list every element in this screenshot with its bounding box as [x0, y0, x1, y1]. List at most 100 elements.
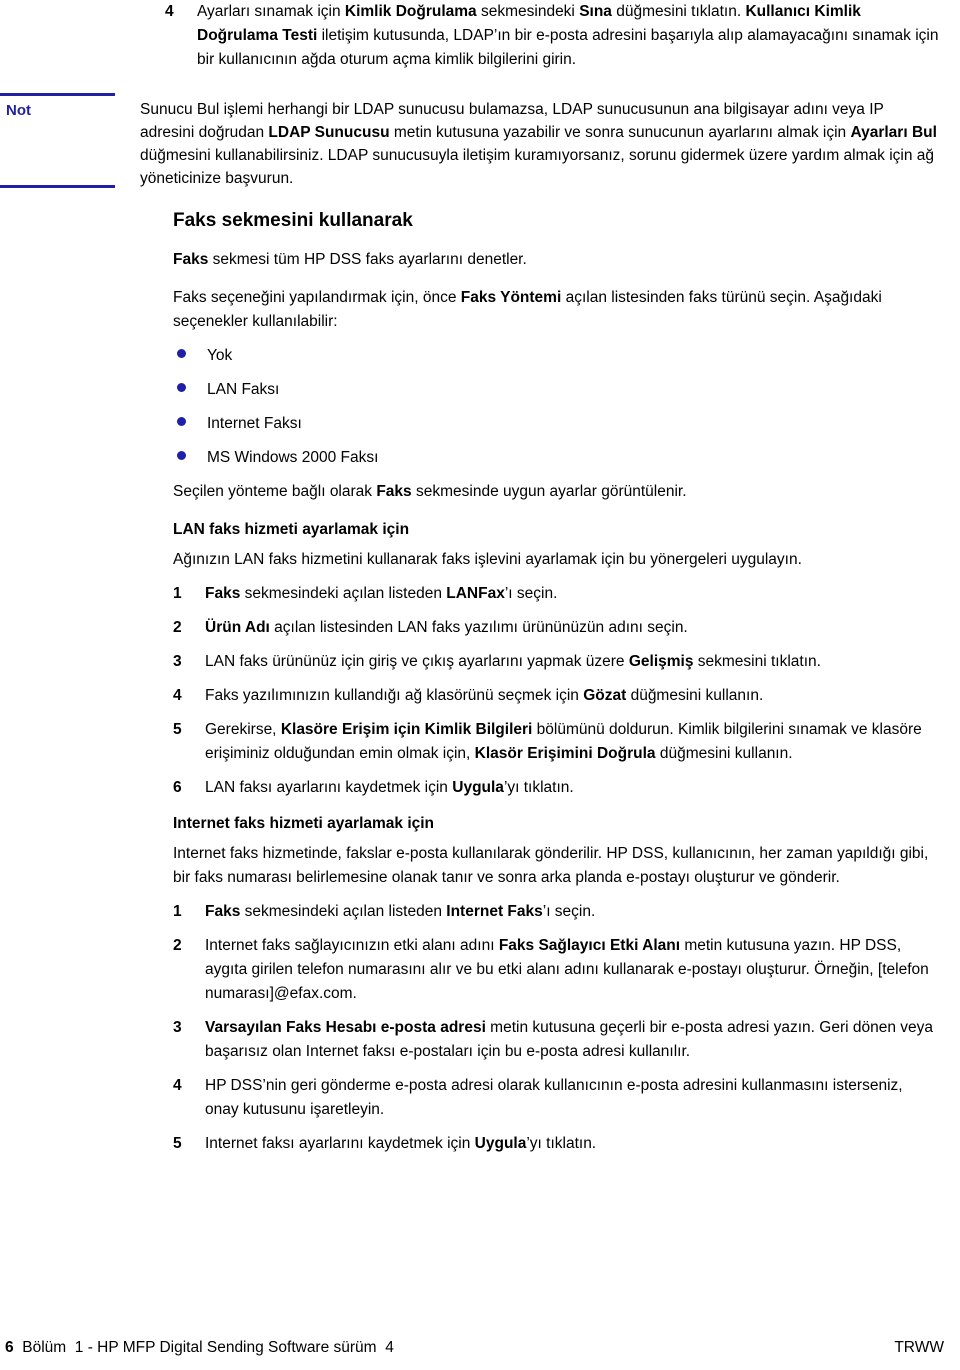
body-column: Faks sekmesini kullanarak Faks sekmesi t…: [173, 208, 940, 1166]
step-number: 3: [173, 653, 182, 670]
page-footer: 6 Bölüm 1 - HP MFP Digital Sending Softw…: [0, 1337, 960, 1363]
step-bold: Uygula: [474, 1135, 527, 1152]
note-rule-top: [0, 93, 115, 96]
step-text: Internet faksı ayarlarını kaydetmek için…: [205, 1132, 940, 1156]
step-part: ’ı seçin.: [542, 903, 596, 920]
section-heading-fax-tab: Faks sekmesini kullanarak: [173, 210, 413, 231]
step-number: 1: [173, 903, 182, 920]
list-item: MS Windows 2000 Faksı: [175, 446, 940, 470]
bullet-icon: [175, 412, 207, 436]
step-part: HP DSS’nin geri gönderme e-posta adresi …: [205, 1077, 903, 1118]
fax-intro-2-part: Faks seçeneğini yapılandırmak için, önce: [173, 289, 461, 306]
step-text-part: düğmesini tıklatın.: [611, 3, 746, 20]
numbered-step-top: 4 Ayarları sınamak için Kimlik Doğrulama…: [165, 0, 940, 72]
step-text: Varsayılan Faks Hesabı e-posta adresi me…: [205, 1016, 940, 1064]
list-item-label: Internet Faksı: [207, 415, 302, 432]
lan-fax-intro: Ağınızın LAN faks hizmetini kullanarak f…: [173, 551, 802, 568]
fax-intro-paragraph-2: Faks seçeneğini yapılandırmak için, önce…: [173, 286, 940, 334]
step-text: Ayarları sınamak için Kimlik Doğrulama s…: [197, 0, 940, 72]
step-bold: Klasöre Erişim için Kimlik Bilgileri: [280, 721, 533, 738]
fax-method-options-list: Yok LAN Faksı Internet Faksı MS Windows …: [175, 344, 940, 470]
fax-after-part: sekmesinde uygun ayarlar görüntülenir.: [411, 483, 687, 500]
step-bold: Ürün Adı: [205, 619, 270, 636]
step-text: HP DSS’nin geri gönderme e-posta adresi …: [205, 1074, 940, 1122]
fax-intro-2-bold: Faks Yöntemi: [460, 289, 562, 306]
list-item: 4 HP DSS’nin geri gönderme e-posta adres…: [173, 1074, 940, 1122]
note-text-part: metin kutusuna yazabilir ve sonra sunucu…: [389, 124, 851, 141]
step-number: 2: [173, 619, 182, 636]
footer-right-label: TRWW: [894, 1339, 944, 1356]
step-part: ’ı seçin.: [504, 585, 558, 602]
bullet-icon: [175, 446, 207, 470]
internet-fax-intro: Internet faks hizmetinde, fakslar e-post…: [173, 845, 929, 886]
note-text-part: düğmesini kullanabilirsiniz. LDAP sunucu…: [140, 147, 934, 187]
step-number: 2: [173, 937, 182, 954]
step-bold: Klasör Erişimini Doğrula: [474, 745, 656, 762]
step-number: 6: [173, 779, 182, 796]
list-item-label: LAN Faksı: [207, 381, 280, 398]
step-number: 3: [173, 1019, 182, 1036]
note-label: Not: [6, 102, 31, 119]
step-text-part: Ayarları sınamak için: [197, 3, 345, 20]
list-item: 2 Internet faks sağlayıcınızın etki alan…: [173, 934, 940, 1006]
step-bold: Faks: [205, 903, 241, 920]
note-rule-bottom: [0, 185, 115, 188]
footer-left: 6 Bölüm 1 - HP MFP Digital Sending Softw…: [5, 1337, 394, 1359]
step-part: ’yı tıklatın.: [503, 779, 574, 796]
step-number: 4: [165, 3, 174, 20]
step-part: Internet faks sağlayıcınızın etki alanı …: [205, 937, 499, 954]
step-text: LAN faks ürününüz için giriş ve çıkış ay…: [205, 650, 940, 674]
step-text: Internet faks sağlayıcınızın etki alanı …: [205, 934, 940, 1006]
list-item-label: MS Windows 2000 Faksı: [207, 449, 379, 466]
step-part: sekmesini tıklatın.: [693, 653, 821, 670]
fax-intro-paragraph-1: Faks sekmesi tüm HP DSS faks ayarlarını …: [173, 248, 940, 272]
list-item: 2 Ürün Adı açılan listesinden LAN faks y…: [173, 616, 940, 640]
list-item: 5 Internet faksı ayarlarını kaydetmek iç…: [173, 1132, 940, 1156]
step-part: sekmesindeki açılan listeden: [240, 903, 447, 920]
step-bold: Uygula: [452, 779, 504, 796]
step-part: Faks yazılımınızın kullandığı ağ klasörü…: [205, 687, 584, 704]
note-text-bold: Ayarları Bul: [850, 124, 937, 141]
fax-intro-1-bold: Faks: [173, 251, 209, 268]
document-page: 4 Ayarları sınamak için Kimlik Doğrulama…: [0, 0, 960, 1370]
list-item-label: Yok: [207, 347, 233, 364]
step-text-bold: Kimlik Doğrulama: [344, 3, 477, 20]
list-item: LAN Faksı: [175, 378, 940, 402]
list-item: 1 Faks sekmesindeki açılan listeden Inte…: [173, 900, 940, 924]
footer-page-number: 6: [5, 1339, 14, 1356]
step-bold: Varsayılan Faks Hesabı e-posta adresi: [205, 1019, 486, 1036]
list-item: 3 LAN faks ürününüz için giriş ve çıkış …: [173, 650, 940, 674]
list-item: 1 Faks sekmesindeki açılan listeden LANF…: [173, 582, 940, 606]
step-row: 4 Ayarları sınamak için Kimlik Doğrulama…: [165, 0, 940, 72]
step-number: 5: [173, 1135, 182, 1152]
note-text-bold: LDAP Sunucusu: [268, 124, 390, 141]
step-text: Ürün Adı açılan listesinden LAN faks yaz…: [205, 616, 940, 640]
step-part: LAN faks ürününüz için giriş ve çıkış ay…: [205, 653, 629, 670]
list-item: Yok: [175, 344, 940, 368]
step-text: Faks yazılımınızın kullandığı ağ klasörü…: [205, 684, 940, 708]
step-bold: Internet Faks: [446, 903, 543, 920]
step-text: Faks sekmesindeki açılan listeden Intern…: [205, 900, 940, 924]
step-part: açılan listesinden LAN faks yazılımı ürü…: [269, 619, 688, 636]
step-number: 4: [173, 687, 182, 704]
step-part: ’yı tıklatın.: [526, 1135, 597, 1152]
note-text: Sunucu Bul işlemi herhangi bir LDAP sunu…: [140, 98, 940, 190]
step-number: 4: [173, 1077, 182, 1094]
bullet-icon: [175, 378, 207, 402]
section-heading-internet-fax: Internet faks hizmeti ayarlamak için: [173, 815, 435, 832]
internet-fax-steps: 1 Faks sekmesindeki açılan listeden Inte…: [173, 900, 940, 1156]
lan-fax-steps: 1 Faks sekmesindeki açılan listeden LANF…: [173, 582, 940, 800]
fax-intro-1-part: sekmesi tüm HP DSS faks ayarlarını denet…: [208, 251, 527, 268]
step-text-bold: Sına: [579, 3, 612, 20]
step-number: 5: [173, 721, 182, 738]
step-part: düğmesini kullanın.: [626, 687, 764, 704]
step-part: LAN faksı ayarlarını kaydetmek için: [205, 779, 453, 796]
list-item: 5 Gerekirse, Klasöre Erişim için Kimlik …: [173, 718, 940, 766]
step-text-part: sekmesindeki: [476, 3, 580, 20]
step-number: 1: [173, 585, 182, 602]
fax-after-part: Seçilen yönteme bağlı olarak: [173, 483, 377, 500]
list-item: Internet Faksı: [175, 412, 940, 436]
step-part: Internet faksı ayarlarını kaydetmek için: [205, 1135, 475, 1152]
step-part: Gerekirse,: [205, 721, 281, 738]
list-item: 6 LAN faksı ayarlarını kaydetmek için Uy…: [173, 776, 940, 800]
